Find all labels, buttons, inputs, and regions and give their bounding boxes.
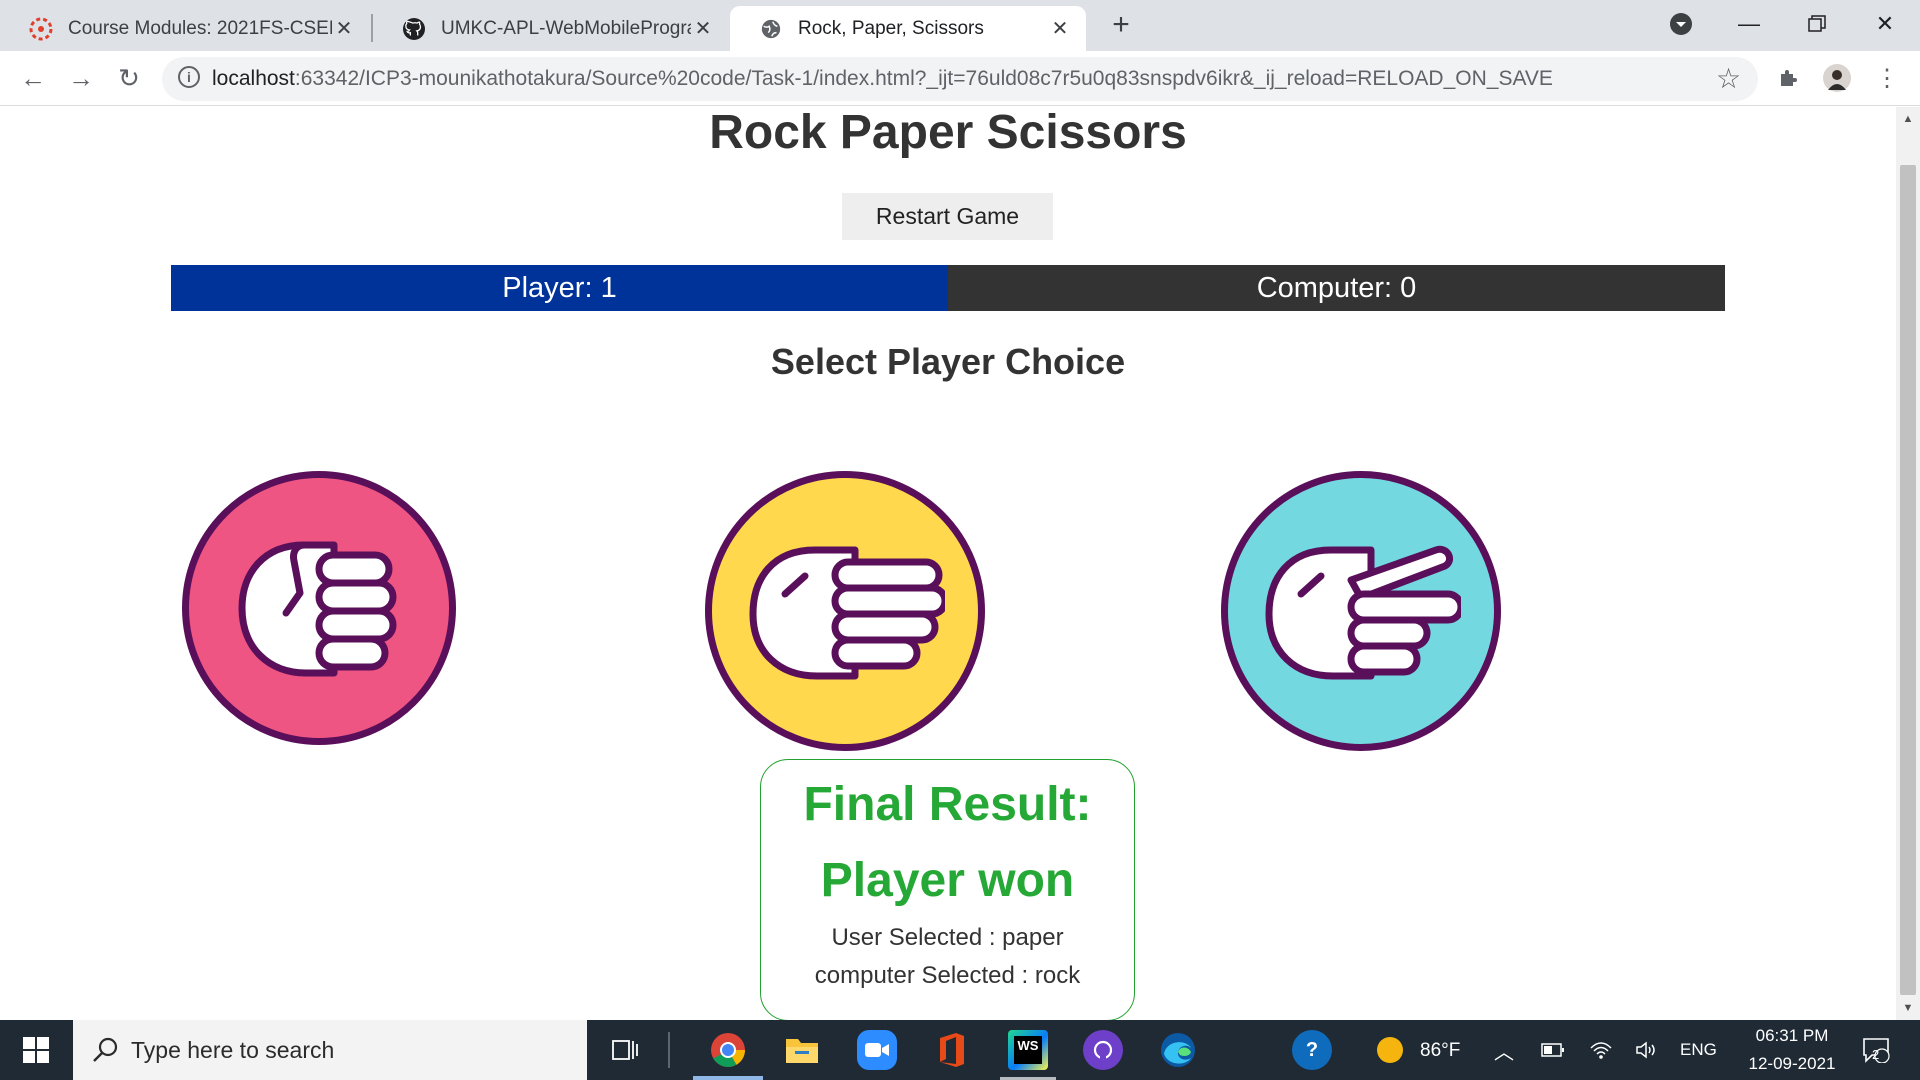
forward-icon[interactable]: → <box>66 63 96 93</box>
result-panel: Final Result: Player won User Selected :… <box>760 759 1135 1020</box>
close-window-icon[interactable]: ✕ <box>1850 0 1920 48</box>
scroll-up-icon[interactable]: ▲ <box>1902 113 1914 125</box>
scroll-thumb[interactable] <box>1900 165 1916 995</box>
windows-start-icon[interactable] <box>0 1020 72 1080</box>
github-desktop-icon[interactable] <box>1083 1030 1123 1070</box>
address-bar[interactable]: localhost:63342/ICP3-mounikathotakura/So… <box>162 57 1758 101</box>
chrome-taskbar-icon[interactable] <box>708 1030 748 1070</box>
rock-hand-icon <box>238 541 397 677</box>
canvas-icon <box>28 16 54 42</box>
profile-avatar[interactable] <box>1822 63 1852 93</box>
show-hidden-icons-icon[interactable]: ︿ <box>1494 1036 1514 1065</box>
battery-icon[interactable] <box>1538 1020 1568 1080</box>
tab-title: Rock, Paper, Scissors <box>798 17 984 39</box>
player-score: Player: 1 <box>171 265 948 311</box>
task-view-icon[interactable] <box>600 1020 650 1080</box>
search-icon <box>93 1037 118 1062</box>
computer-score: Computer: 0 <box>948 265 1725 311</box>
zoom-icon[interactable] <box>857 1030 897 1070</box>
paper-choice-button[interactable] <box>705 471 985 751</box>
search-placeholder: Type here to search <box>131 1036 335 1063</box>
score-bar: Player: 1 Computer: 0 <box>171 265 1725 311</box>
help-icon[interactable]: ? <box>1292 1030 1332 1070</box>
tab-course-modules[interactable]: Course Modules: 2021FS-CSEE-5 ✕ <box>0 6 370 51</box>
tab-strip: Course Modules: 2021FS-CSEE-5 ✕ UMKC-APL… <box>0 0 1920 51</box>
language-indicator[interactable]: ENG <box>1680 1040 1717 1060</box>
menu-icon[interactable]: ⋮ <box>1872 63 1902 93</box>
office-icon[interactable] <box>932 1030 972 1070</box>
computer-selection-text: computer Selected : rock <box>814 962 1081 989</box>
tab-title: Course Modules: 2021FS-CSEE-5 <box>68 17 332 39</box>
close-tab-icon[interactable]: ✕ <box>691 17 715 41</box>
github-icon <box>401 16 427 42</box>
tab-rock-paper-scissors[interactable]: Rock, Paper, Scissors ✕ <box>730 6 1086 51</box>
close-tab-icon[interactable]: ✕ <box>332 17 356 41</box>
restore-icon[interactable] <box>1782 0 1852 48</box>
clock-time[interactable]: 06:31 PM <box>1744 1026 1840 1046</box>
reload-icon[interactable]: ↻ <box>114 63 144 93</box>
scroll-down-icon[interactable]: ▼ <box>1902 1002 1914 1014</box>
scissors-hand-icon <box>1265 545 1461 680</box>
address-host: localhost <box>212 67 295 90</box>
close-tab-icon[interactable]: ✕ <box>1048 17 1072 41</box>
edge-icon[interactable] <box>1158 1030 1198 1070</box>
select-choice-heading: Select Player Choice <box>770 341 1126 382</box>
result-title: Final Result: <box>803 778 1092 831</box>
weather-temperature[interactable]: 86°F <box>1420 1040 1460 1062</box>
new-tab-icon[interactable]: + <box>1106 8 1136 41</box>
restart-game-button[interactable]: Restart Game <box>842 193 1053 240</box>
tab-search-icon[interactable] <box>1646 0 1716 48</box>
tab-github[interactable]: UMKC-APL-WebMobileProgramm ✕ <box>373 6 729 51</box>
volume-icon[interactable] <box>1632 1020 1662 1080</box>
wifi-icon[interactable] <box>1586 1020 1616 1080</box>
paper-hand-icon <box>749 546 945 680</box>
tab-title: UMKC-APL-WebMobileProgramm <box>441 17 691 39</box>
bookmark-star-icon[interactable]: ☆ <box>1716 62 1741 95</box>
active-app-indicator <box>693 1076 763 1080</box>
taskbar-search-input[interactable]: Type here to search <box>73 1020 587 1080</box>
scissors-choice-button[interactable] <box>1221 471 1501 751</box>
page-title: Rock Paper Scissors <box>709 107 1187 159</box>
webstorm-icon[interactable]: WS <box>1008 1030 1048 1070</box>
notification-count: 2 <box>1872 1047 1880 1062</box>
site-info-icon[interactable]: i <box>178 66 200 88</box>
browser-toolbar: ← → ↻ localhost:63342/ICP3-mounikathotak… <box>0 51 1920 106</box>
clock-date[interactable]: 12-09-2021 <box>1736 1054 1848 1074</box>
globe-icon <box>758 16 784 42</box>
back-icon[interactable]: ← <box>18 63 48 93</box>
minimize-icon[interactable]: — <box>1714 0 1784 48</box>
address-path: :63342/ICP3-mounikathotakura/Source%20co… <box>294 67 1553 90</box>
user-selection-text: User Selected : paper <box>831 924 1064 951</box>
result-outcome: Player won <box>820 854 1075 907</box>
page-viewport: Rock Paper Scissors Restart Game Player:… <box>0 107 1896 1020</box>
extensions-icon[interactable] <box>1774 63 1804 93</box>
page-scrollbar[interactable]: ▲ ▼ <box>1896 107 1920 1020</box>
file-explorer-icon[interactable] <box>782 1030 822 1070</box>
taskbar-separator <box>668 1032 670 1068</box>
rock-choice-button[interactable] <box>182 471 456 745</box>
weather-sun-icon[interactable] <box>1372 1020 1408 1080</box>
